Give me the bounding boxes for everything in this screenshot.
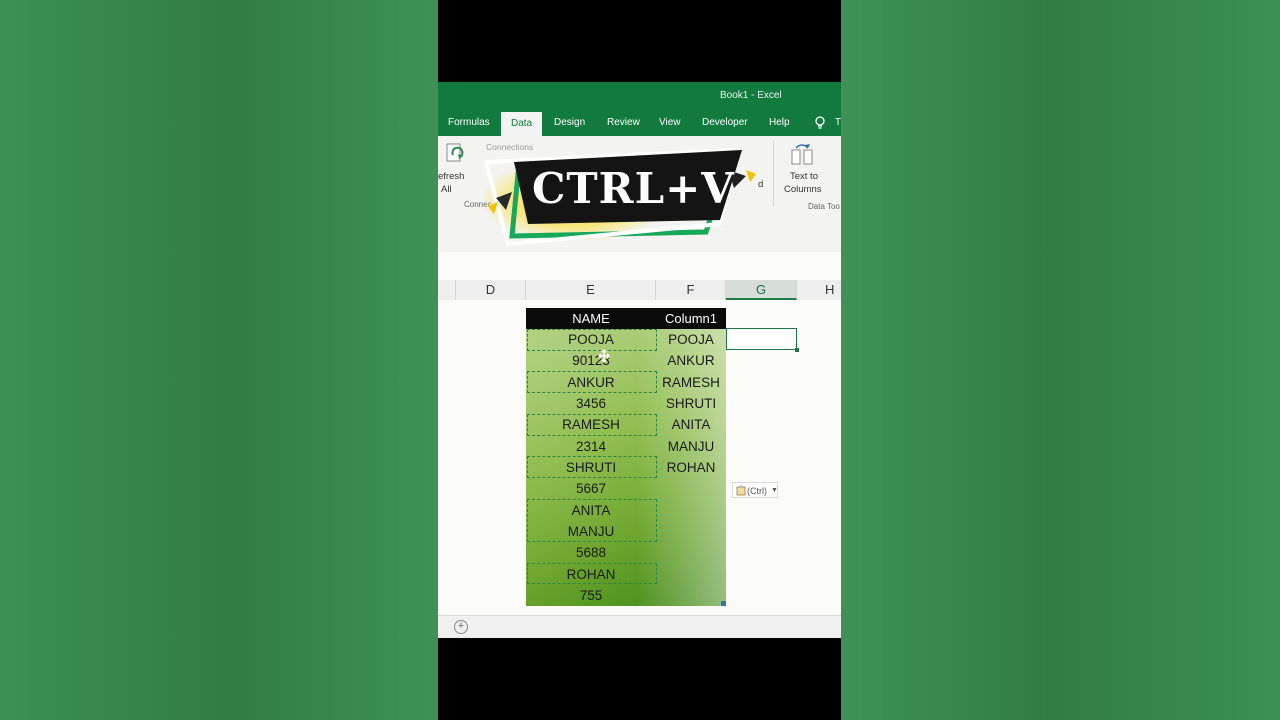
table-cell[interactable]: 5688 bbox=[526, 542, 656, 563]
clipboard-icon bbox=[736, 485, 746, 496]
sheet-tabs-bar: + bbox=[438, 615, 841, 638]
window-title: Book1 - Excel bbox=[720, 90, 782, 101]
table-cell[interactable]: 2314 bbox=[526, 436, 656, 457]
table-cell[interactable]: MANJU bbox=[656, 436, 726, 457]
table-resize-handle[interactable] bbox=[721, 601, 726, 606]
title-bar: Book1 - Excel bbox=[438, 82, 841, 110]
tab-review[interactable]: Review bbox=[607, 110, 640, 136]
table-cell[interactable]: ANKUR bbox=[656, 350, 726, 371]
paste-options-label: (Ctrl) bbox=[747, 486, 767, 496]
sheet-gap bbox=[438, 252, 841, 280]
table-cell[interactable]: 755 bbox=[526, 585, 656, 606]
tab-view[interactable]: View bbox=[659, 110, 681, 136]
table-cell[interactable]: ANITA bbox=[526, 500, 656, 521]
column-header-g[interactable]: G bbox=[726, 280, 797, 300]
text-to-columns-icon[interactable] bbox=[790, 142, 816, 166]
shortcut-overlay: CTRL+V bbox=[484, 140, 784, 250]
tab-formulas[interactable]: Formulas bbox=[448, 110, 490, 136]
table-cell[interactable]: MANJU bbox=[526, 521, 656, 542]
table-cell[interactable]: SHRUTI bbox=[656, 393, 726, 414]
column-header-h[interactable]: H bbox=[797, 280, 841, 300]
column-header-f[interactable]: F bbox=[656, 280, 726, 300]
table-cell[interactable]: 5667 bbox=[526, 478, 656, 499]
ribbon-tabs: Formulas Data Design Review View Develop… bbox=[438, 110, 841, 136]
tab-design[interactable]: Design bbox=[554, 110, 585, 136]
table-cell[interactable]: ROHAN bbox=[526, 564, 656, 585]
refresh-all-label-2[interactable]: All bbox=[441, 183, 452, 196]
column-header-e[interactable]: E bbox=[526, 280, 656, 300]
table-cell[interactable]: SHRUTI bbox=[526, 457, 656, 478]
video-frame: Book1 - Excel Formulas Data Design Revie… bbox=[438, 0, 841, 720]
worksheet-grid[interactable]: NAME Column1 POOJA 90123 ANKUR 3456 RAME… bbox=[438, 300, 841, 615]
header-column1[interactable]: Column1 bbox=[656, 308, 726, 329]
refresh-all-label-1[interactable]: efresh bbox=[438, 170, 464, 183]
tab-data[interactable]: Data bbox=[501, 110, 543, 136]
table-cell[interactable]: RAMESH bbox=[526, 414, 656, 435]
paste-options-button[interactable]: (Ctrl) ▼ bbox=[732, 482, 778, 498]
table-cell[interactable]: ANKUR bbox=[526, 372, 656, 393]
chevron-down-icon: ▼ bbox=[771, 487, 778, 494]
table-cell[interactable]: RAMESH bbox=[656, 372, 726, 393]
active-cell-g2[interactable] bbox=[726, 328, 799, 352]
table-header: NAME Column1 bbox=[526, 308, 726, 329]
data-tools-group-label: Data Too bbox=[808, 202, 840, 211]
column-headers: D E F G H bbox=[438, 280, 841, 301]
header-name[interactable]: NAME bbox=[526, 308, 656, 329]
text-to-columns-label-2[interactable]: Columns bbox=[784, 183, 822, 196]
table-cell[interactable]: 3456 bbox=[526, 393, 656, 414]
tab-help[interactable]: Help bbox=[769, 110, 790, 136]
column-header-d[interactable]: D bbox=[456, 280, 526, 300]
table-cell[interactable]: POOJA bbox=[656, 329, 726, 350]
table-cell[interactable]: ROHAN bbox=[656, 457, 726, 478]
mouse-cursor-icon bbox=[598, 349, 610, 363]
tab-tell-me[interactable]: T bbox=[835, 110, 841, 136]
data-table: NAME Column1 POOJA 90123 ANKUR 3456 RAME… bbox=[526, 308, 726, 606]
tab-developer[interactable]: Developer bbox=[702, 110, 748, 136]
table-cell[interactable]: ANITA bbox=[656, 414, 726, 435]
add-sheet-icon[interactable]: + bbox=[454, 620, 468, 634]
table-cell[interactable]: POOJA bbox=[526, 329, 656, 350]
refresh-all-icon[interactable] bbox=[444, 142, 466, 166]
text-to-columns-label-1[interactable]: Text to bbox=[790, 170, 818, 183]
row-header-corner[interactable] bbox=[438, 280, 456, 300]
table-cell[interactable]: 90123 bbox=[526, 350, 656, 371]
shortcut-text: CTRL+V bbox=[532, 164, 735, 213]
lightbulb-icon[interactable] bbox=[812, 115, 828, 131]
